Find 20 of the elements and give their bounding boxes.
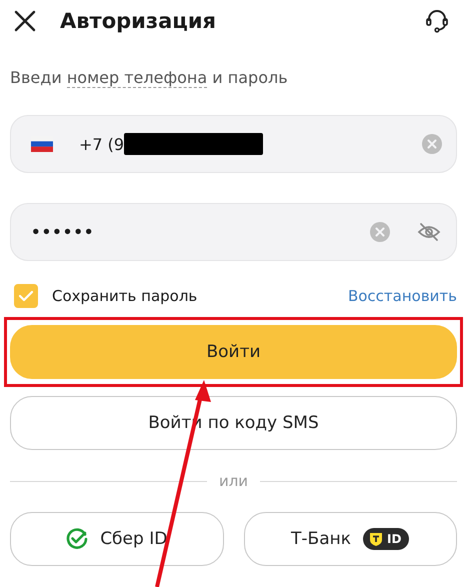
divider-label: или [218, 472, 248, 490]
checkbox[interactable] [14, 284, 38, 308]
login-button[interactable]: Войти [10, 325, 457, 379]
close-icon[interactable] [14, 10, 36, 32]
eye-slash-icon[interactable] [416, 221, 442, 243]
check-circle-icon [66, 528, 88, 550]
check-icon [18, 289, 34, 303]
headset-icon[interactable] [425, 8, 449, 34]
phone-number-link[interactable]: номер телефона [66, 68, 208, 88]
tbank-id-button[interactable]: Т-Банк ID [244, 512, 457, 566]
clear-icon[interactable] [370, 222, 390, 242]
restore-link[interactable]: Восстановить [348, 287, 457, 305]
password-field[interactable]: •••••• [10, 203, 457, 261]
phone-field[interactable]: +7 (9 [10, 115, 457, 173]
checkbox-label: Сохранить пароль [52, 287, 198, 305]
sber-id-button[interactable]: Сбер ID [10, 512, 224, 566]
clear-icon[interactable] [422, 134, 442, 154]
id-badge: ID [363, 528, 410, 550]
screen-title: Авторизация [60, 9, 218, 33]
instruction-text: Введи номер телефона и пароль [10, 68, 289, 87]
